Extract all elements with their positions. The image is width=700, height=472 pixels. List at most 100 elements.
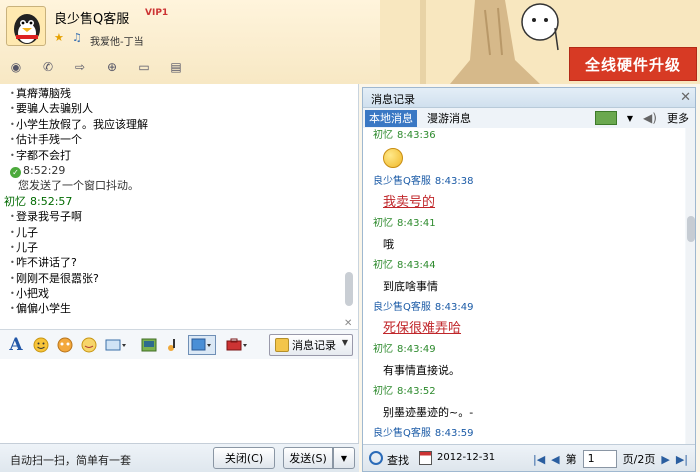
system-time-text: 8:52:29 xyxy=(23,163,66,177)
record-body: 别墨迹墨迹的~。- xyxy=(383,406,474,419)
message-record-icon xyxy=(275,338,289,352)
tab-roaming-messages[interactable]: 漫游消息 xyxy=(423,110,475,127)
video-call-icon[interactable]: ◉ xyxy=(4,57,28,77)
remote-desktop-icon[interactable]: ▭ xyxy=(132,57,156,77)
page-number-input[interactable]: 1 xyxy=(582,450,617,468)
last-page-icon[interactable]: ▶| xyxy=(676,453,688,466)
date-display[interactable]: 2012-12-31 xyxy=(437,452,495,463)
check-icon: ✓ xyxy=(10,166,21,178)
record-time: 8:43:49 xyxy=(397,344,436,355)
input-toolbar: A 消息记录 ▼ xyxy=(0,329,359,359)
add-member-icon[interactable]: ⊕ xyxy=(100,57,124,77)
close-icon[interactable]: ✕ xyxy=(680,90,691,105)
chat-message: 咋不讲话了? xyxy=(4,255,344,270)
record-header: 初忆 8:43:49 xyxy=(363,340,683,360)
chat-message: 登录我号子啊 xyxy=(4,209,344,224)
record-emoji xyxy=(363,146,683,172)
chat-message: 小学生放假了。我应该理解 xyxy=(4,117,344,132)
record-sender: 良少售Q客服 xyxy=(373,302,431,313)
screenshot-icon[interactable] xyxy=(104,335,130,355)
more-link[interactable]: 更多 xyxy=(667,110,689,126)
music-icon[interactable] xyxy=(164,335,182,355)
record-header: 初忆 8:43:36 xyxy=(363,128,683,146)
message-record-label: 消息记录 xyxy=(292,339,336,352)
chat-toolbar: ◉ ✆ ⇨ ⊕ ▭ ▤ xyxy=(4,56,188,78)
voice-call-icon[interactable]: ✆ xyxy=(36,57,60,77)
send-options-dropdown[interactable]: ▼ xyxy=(333,447,355,469)
chat-message: 儿子 xyxy=(4,225,344,240)
header: 良少售Q客服 VIP1 ★ ♫ 我爱他-丁当 ◉ ✆ ⇨ ⊕ ▭ ▤ 全线硬件升… xyxy=(0,0,700,84)
message-input[interactable] xyxy=(0,359,359,443)
chat-message: 刚刚不是很嚣张? xyxy=(4,271,344,286)
record-body: 到底啥事情 xyxy=(383,280,438,293)
record-list: 初忆 8:43:36 良少售Q客服 8:43:38 我卖号的 初忆 8:43:41 哦初忆 8:… xyxy=(363,128,685,444)
tab-local-messages[interactable]: 本地消息 xyxy=(365,110,417,127)
chat-message: 要骗人去骗别人 xyxy=(4,101,344,116)
scrollbar-thumb[interactable] xyxy=(687,216,695,242)
message-record-button[interactable]: 消息记录 ▼ xyxy=(269,334,353,356)
next-page-icon[interactable]: ▶ xyxy=(661,453,669,466)
sender-name: 初忆 xyxy=(4,194,26,208)
first-page-icon[interactable]: |◀ xyxy=(533,453,545,466)
chat-message: 小把戏 xyxy=(4,286,344,301)
send-image-button[interactable] xyxy=(188,335,216,355)
record-sender: 良少售Q客服 xyxy=(373,428,431,439)
promo-banner[interactable]: 全线硬件升级 xyxy=(569,47,697,81)
penguin-icon xyxy=(14,14,40,44)
chevron-down-icon: ▼ xyxy=(341,338,348,347)
pager: |◀ ◀ 第 1 页/2页 ▶ ▶| xyxy=(533,450,688,468)
message-time: 8:52:57 xyxy=(30,194,73,208)
chat-history: 真瘠薄脑残要骗人去骗别人小学生放假了。我应该理解估计手残一个字都不会打✓8:52… xyxy=(0,84,359,329)
sticker-icon[interactable] xyxy=(80,335,98,355)
chevron-down-icon[interactable]: ▼ xyxy=(627,114,633,123)
chat-message: 估计手残一个 xyxy=(4,132,344,147)
record-time: 8:43:49 xyxy=(434,302,474,313)
chat-message-list: 真瘠薄脑残要骗人去骗别人小学生放假了。我应该理解估计手残一个字都不会打✓8:52… xyxy=(4,86,344,317)
status-text: 我爱他-丁当 xyxy=(90,37,144,48)
panel-title: 消息记录 xyxy=(371,93,415,106)
record-sender: 初忆 xyxy=(373,386,393,397)
chat-scrollbar[interactable] xyxy=(345,272,353,306)
image-icon[interactable] xyxy=(140,335,158,355)
prev-page-icon[interactable]: ◀ xyxy=(551,453,559,466)
record-time: 8:43:38 xyxy=(434,176,474,187)
search-icon[interactable] xyxy=(369,451,383,465)
transfer-file-icon[interactable]: ⇨ xyxy=(68,57,92,77)
font-icon[interactable]: A xyxy=(6,335,26,355)
record-sender: 初忆 xyxy=(373,218,393,229)
image-filter-icon[interactable] xyxy=(594,111,617,125)
close-x-icon[interactable]: ✕ xyxy=(344,318,352,329)
panel-title-bar: 消息记录 ✕ xyxy=(363,88,695,108)
vip-badge: VIP1 xyxy=(145,8,169,18)
record-header: 良少售Q客服 8:43:49 xyxy=(363,298,683,318)
avatar[interactable] xyxy=(6,6,46,46)
record-footer: 查找 2012-12-31 |◀ ◀ 第 1 页/2页 ▶ ▶| xyxy=(363,444,695,471)
page-suffix: 页/2页 xyxy=(622,453,656,466)
chat-message: 儿子 xyxy=(4,240,344,255)
record-sender: 良少售Q客服 xyxy=(373,176,431,187)
record-header: 良少售Q客服 8:43:38 xyxy=(363,172,683,192)
app-menu-icon[interactable]: ▤ xyxy=(164,57,188,77)
smile-icon[interactable] xyxy=(32,335,50,355)
record-sender: 初忆 xyxy=(373,344,393,355)
record-body: 死保很难弄哈 xyxy=(383,321,462,336)
star-icon: ★ xyxy=(54,31,64,44)
hint-text[interactable]: 自动扫一扫，简单有一套 xyxy=(10,452,131,468)
record-sender: 初忆 xyxy=(373,130,393,141)
close-button[interactable]: 关闭(C) xyxy=(213,447,275,469)
magic-face-icon[interactable] xyxy=(56,335,74,355)
record-time: 8:43:36 xyxy=(397,130,436,141)
chat-message: 偏偏小学生 xyxy=(4,301,344,316)
panel-tools: ▼ ◀) 更多 xyxy=(594,110,689,126)
record-time: 8:43:44 xyxy=(397,260,436,271)
record-time: 8:43:41 xyxy=(397,218,436,229)
message-header: 初忆 8:52:57 xyxy=(4,194,344,209)
speaker-icon[interactable]: ◀) xyxy=(643,111,657,125)
calendar-icon[interactable] xyxy=(419,451,432,465)
record-header: 初忆 8:43:44 xyxy=(363,256,683,276)
search-label[interactable]: 查找 xyxy=(387,452,409,468)
record-scrollbar[interactable] xyxy=(686,128,695,444)
record-time: 8:43:52 xyxy=(397,386,436,397)
toolbox-icon[interactable] xyxy=(224,335,252,355)
send-button[interactable]: 发送(S) xyxy=(283,447,333,469)
